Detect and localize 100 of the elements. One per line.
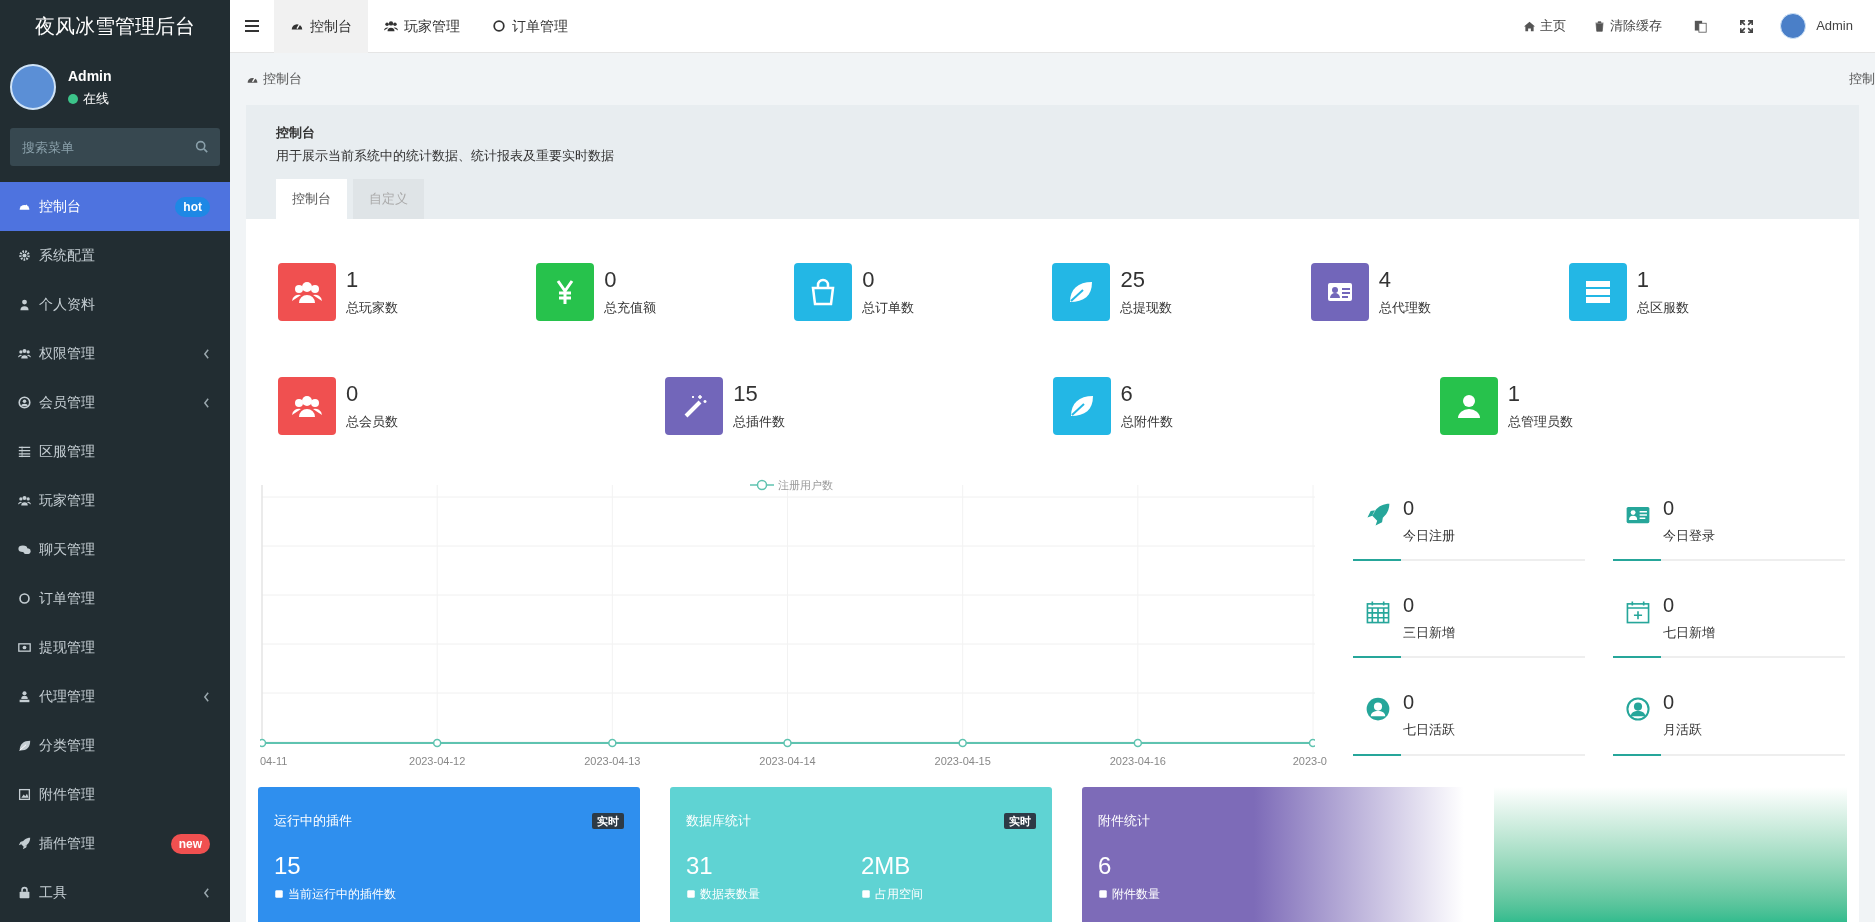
card-value: 6 [1098,850,1113,881]
card-label: 附件数量 [1112,885,1160,903]
calendar-plus-icon [1625,598,1651,625]
users-icon [384,19,398,33]
nav-link[interactable]: 主页 [1510,16,1581,36]
sidebar-item[interactable]: 区服管理 [0,427,230,476]
stat-value: 4 [1378,266,1392,295]
sitemap-icon [18,690,31,703]
user-status: 在线 [83,89,109,108]
badge: 实时 [1004,812,1036,829]
stat-label: 总玩家数 [346,299,398,318]
stat-value: 1 [1507,380,1521,409]
sidebar-item[interactable]: 订单管理 [0,574,230,623]
stat-label: 总提现数 [1120,299,1173,318]
small-icon [1098,888,1108,899]
card-label: 占用空间 [875,885,923,903]
card-title: 运行中的插件 [274,812,352,830]
content-tab[interactable]: 控制台 [276,179,347,219]
leaf-icon [18,739,31,752]
nav-link[interactable]: 清除缓存 [1580,16,1677,36]
stat-label: 三日新增 [1403,623,1455,642]
app-title: 夜风冰雪管理后台 [34,14,196,39]
stat-value: 1 [1636,266,1651,295]
chat-icon [18,543,31,556]
sidebar-item[interactable]: 代理管理 [0,672,230,721]
sidebar-item[interactable]: 控制台 hot [0,182,230,231]
user-circle-icon [1365,696,1391,723]
stat-value: 0 [1663,495,1676,520]
page-title: 控制台 [276,124,316,142]
card-title: 数据库统计 [686,812,751,830]
sidebar-item[interactable]: 附件管理 [0,770,230,819]
stat-label: 月活跃 [1663,721,1702,740]
sidebar-item[interactable]: 工具 [0,868,230,917]
stat-value: 0 [1403,592,1416,617]
user-circle-icon [18,396,31,409]
stat-value: 1 [346,266,360,295]
home-icon [1524,20,1536,32]
menu-icon [245,20,259,32]
calendar-icon [1365,598,1391,625]
axis-label: 04-11 [260,754,288,769]
card-value: 15 [274,850,302,881]
card-title: 附件统计 [1098,812,1150,830]
breadcrumb-current: 控制 [1849,70,1875,89]
axis-label: 2023-04-15 [934,754,991,769]
axis-label: 2023-04-13 [584,754,641,769]
stat-label: 总会员数 [346,413,398,432]
sidebar-item[interactable]: 会员管理 [0,378,230,427]
users-icon [18,347,31,360]
circle-icon [18,592,31,605]
sidebar-item[interactable]: 分类管理 [0,721,230,770]
trash-icon [1594,20,1606,32]
stat-value: 0 [1403,495,1416,520]
money-icon [18,641,31,654]
gear-icon [18,249,31,262]
avatar [10,64,56,110]
translate-icon [1693,19,1707,33]
badge: hot [175,196,210,217]
user-name: Admin [68,66,112,86]
legend-marker [750,479,774,492]
stat-label: 今日登录 [1663,526,1715,545]
small-icon [686,888,696,899]
stat-value: 6 [1120,380,1134,409]
stat-value: 0 [1403,690,1416,715]
stat-label: 总订单数 [862,299,915,318]
stat-label: 总充值额 [604,299,657,318]
sidebar-item[interactable]: 聊天管理 [0,525,230,574]
stat-value: 25 [1120,266,1146,295]
image-icon [18,788,31,801]
stat-value: 0 [862,266,876,295]
stat-label: 总区服数 [1636,299,1689,318]
stat-value: 0 [346,380,360,409]
stat-value: 0 [604,266,618,295]
axis-label: 2023-04-14 [759,754,816,769]
sidebar-item[interactable]: 系统配置 [0,231,230,280]
avatar [1780,13,1807,39]
search-field[interactable]: 搜索菜单 [10,128,220,166]
nav-tab[interactable]: 控制台 [274,0,368,53]
stat-label: 七日活跃 [1403,721,1455,740]
sidebar-item[interactable]: 个人资料 [0,280,230,329]
stat-label: 总附件数 [1120,413,1173,432]
nav-tab[interactable]: 玩家管理 [368,0,476,53]
sidebar-item[interactable]: 提现管理 [0,623,230,672]
badge: 实时 [592,812,624,829]
legend-label: 注册用户数 [778,478,833,493]
user-circle-icon [1625,696,1651,723]
stat-label: 今日注册 [1403,526,1455,545]
card-value: 31 [686,850,714,881]
card-value: 2MB [861,850,912,881]
stat-label: 总管理员数 [1507,413,1573,432]
stat-value: 15 [733,380,759,409]
sidebar-item[interactable]: 插件管理 new [0,819,230,868]
stat-value: 0 [1663,592,1676,617]
sidebar-item[interactable]: 玩家管理 [0,476,230,525]
breadcrumb-link[interactable]: 控制台 [246,69,302,89]
rocket-icon [1365,501,1391,528]
page-description: 用于展示当前系统中的统计数据、统计报表及重要实时数据 [276,146,615,165]
nav-tab[interactable]: 订单管理 [476,0,584,53]
card-label: 当前运行中的插件数 [288,885,396,903]
sidebar-item[interactable]: 权限管理 [0,329,230,378]
user-menu[interactable]: Admin [1768,0,1875,53]
